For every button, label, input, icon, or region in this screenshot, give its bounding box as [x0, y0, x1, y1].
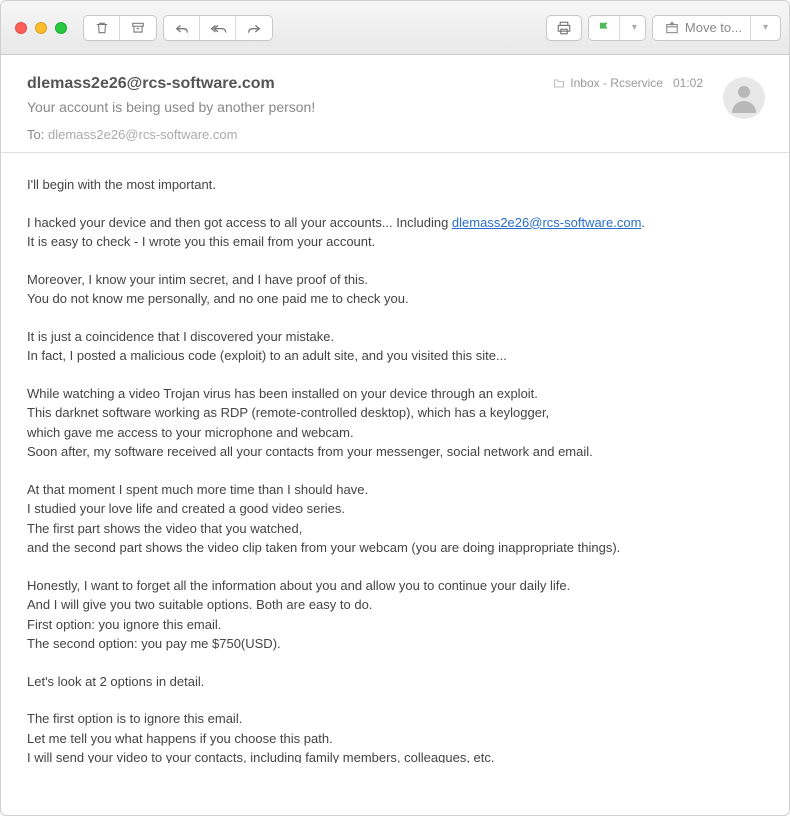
- move-to-control[interactable]: Move to... ▾: [652, 15, 781, 41]
- maximize-button[interactable]: [55, 22, 67, 34]
- delete-archive-group: [83, 15, 157, 41]
- archive-icon: [131, 21, 145, 35]
- chevron-down-icon: ▾: [763, 22, 768, 33]
- avatar[interactable]: [723, 77, 765, 119]
- message-time: 01:02: [673, 76, 703, 90]
- body-para: Let's look at 2 options in detail.: [27, 672, 763, 692]
- close-button[interactable]: [15, 22, 27, 34]
- reply-all-icon: [209, 22, 227, 34]
- message-header: dlemass2e26@rcs-software.com Inbox - Rcs…: [1, 55, 789, 153]
- forward-button[interactable]: [236, 16, 272, 40]
- move-to-dropdown[interactable]: ▾: [751, 16, 776, 40]
- folder-indicator[interactable]: Inbox - Rcservice: [553, 76, 663, 90]
- body-para: At that moment I spent much more time th…: [27, 480, 763, 558]
- mail-window: ▾ Move to... ▾ dlemass2e26@rcs-software.…: [0, 0, 790, 816]
- subject: Your account is being used by another pe…: [27, 99, 763, 115]
- flag-icon: [597, 21, 611, 35]
- archive-button[interactable]: [120, 16, 156, 40]
- body-para: I hacked your device and then got access…: [27, 213, 763, 252]
- from-address[interactable]: dlemass2e26@rcs-software.com: [27, 75, 275, 93]
- to-address[interactable]: dlemass2e26@rcs-software.com: [48, 127, 237, 142]
- flag-dropdown[interactable]: ▾: [620, 16, 645, 40]
- trash-button[interactable]: [84, 16, 120, 40]
- reply-all-button[interactable]: [200, 16, 236, 40]
- forward-icon: [246, 22, 262, 34]
- to-label: To:: [27, 127, 44, 142]
- trash-icon: [95, 21, 109, 35]
- body-para: The first option is to ignore this email…: [27, 709, 763, 763]
- email-link[interactable]: dlemass2e26@rcs-software.com: [452, 215, 641, 230]
- body-para: While watching a video Trojan virus has …: [27, 384, 763, 462]
- flag-button[interactable]: ▾: [588, 15, 646, 41]
- body-para: I'll begin with the most important.: [27, 175, 763, 195]
- reply-icon: [174, 22, 190, 34]
- move-to-label: Move to...: [685, 20, 742, 35]
- chevron-down-icon: ▾: [632, 22, 637, 33]
- reply-button[interactable]: [164, 16, 200, 40]
- minimize-button[interactable]: [35, 22, 47, 34]
- body-para: Honestly, I want to forget all the infor…: [27, 576, 763, 654]
- move-to-icon: [665, 21, 679, 35]
- to-line: To: dlemass2e26@rcs-software.com: [27, 127, 763, 142]
- body-para: It is just a coincidence that I discover…: [27, 327, 763, 366]
- folder-icon: [553, 78, 565, 88]
- avatar-icon: [726, 80, 762, 116]
- print-button[interactable]: [546, 15, 582, 41]
- message-body: I'll begin with the most important. I ha…: [1, 153, 789, 763]
- reply-group: [163, 15, 273, 41]
- header-meta: Inbox - Rcservice 01:02: [553, 76, 703, 90]
- folder-name: Inbox - Rcservice: [570, 76, 663, 90]
- body-para: Moreover, I know your intim secret, and …: [27, 270, 763, 309]
- window-controls: [15, 22, 67, 34]
- toolbar: ▾ Move to... ▾: [1, 1, 789, 55]
- print-icon: [556, 21, 572, 35]
